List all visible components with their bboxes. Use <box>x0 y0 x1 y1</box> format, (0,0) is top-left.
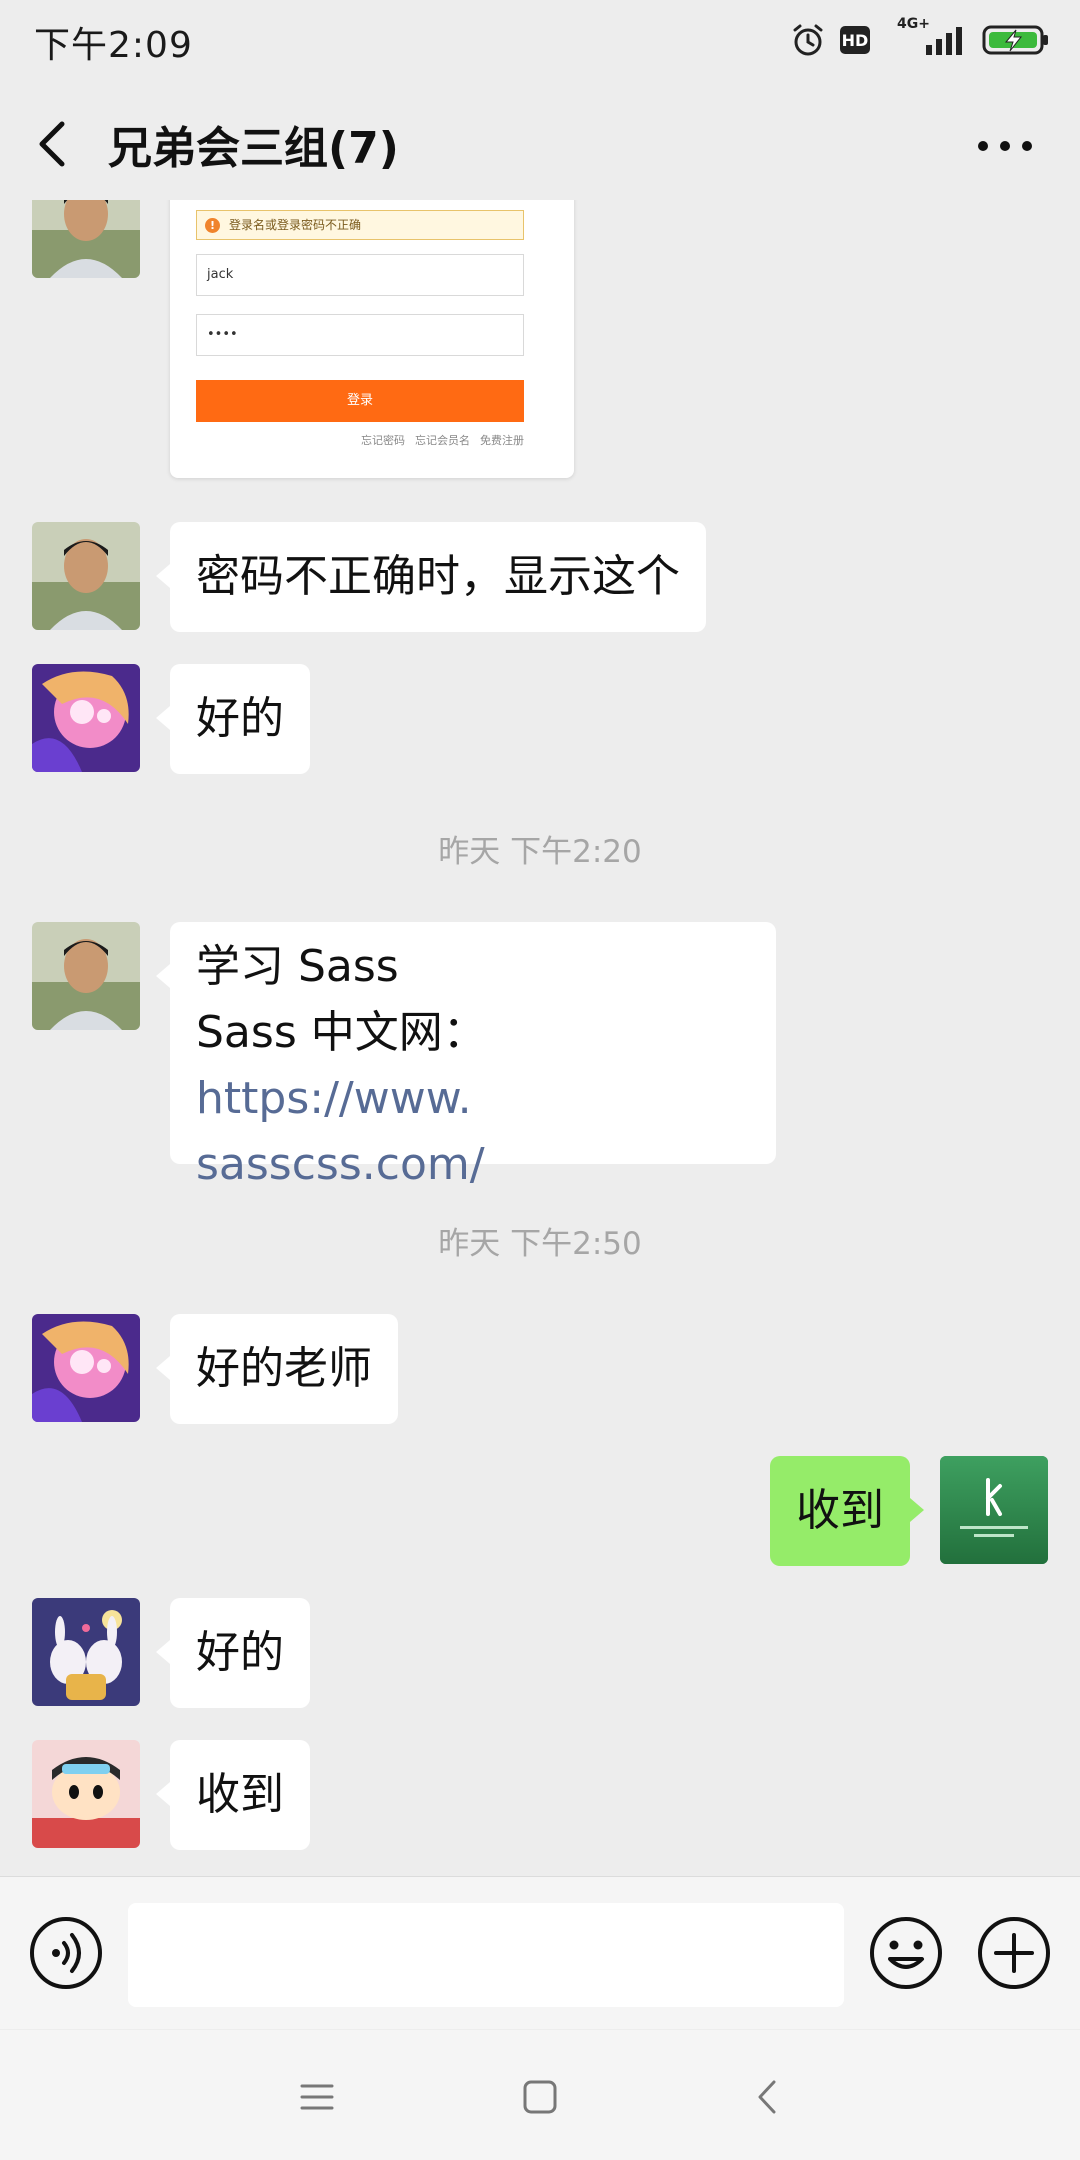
chevron-left-icon[interactable] <box>28 112 78 176</box>
message-text-line: 学习 Sass <box>196 941 399 992</box>
system-nav-bar <box>0 2030 1080 2160</box>
avatar-rabbits[interactable] <box>32 1598 140 1706</box>
chat-title: 兄弟会三组(7) <box>108 123 399 174</box>
free-register-link: 免费注册 <box>480 434 524 447</box>
wechat-chat-screen: 下午2:09 4G+ HD 兄弟会三组(7) ! 登录名或登录密码不正确 jac… <box>0 0 1080 2160</box>
message-list[interactable]: ! 登录名或登录密码不正确 jack •••• 登录 忘记密码 忘记会员名 免费… <box>0 200 1080 1870</box>
message-link[interactable]: sasscss.com/ <box>196 1139 485 1190</box>
login-password-field: •••• <box>196 314 524 356</box>
message-bubble[interactable]: 学习 Sass Sass 中文网： https://www. sasscss.co… <box>170 922 776 1190</box>
message-bubble[interactable]: 好的 <box>170 664 310 774</box>
avatar-teacher[interactable] <box>32 922 140 1030</box>
avatar-teacher[interactable] <box>32 522 140 630</box>
emoji-icon[interactable] <box>868 1915 944 1991</box>
avatar-anime-purple[interactable] <box>32 664 140 772</box>
login-screenshot-image[interactable]: ! 登录名或登录密码不正确 jack •••• 登录 忘记密码 忘记会员名 免费… <box>170 200 574 478</box>
avatar-anime-purple[interactable] <box>32 1314 140 1422</box>
bubble-tail <box>156 1782 170 1806</box>
timestamp: 昨天 下午2:20 <box>438 834 642 870</box>
plus-icon[interactable] <box>976 1915 1052 1991</box>
message-bubble[interactable]: 收到 <box>170 1740 310 1850</box>
bubble-tail <box>156 706 170 730</box>
voice-icon[interactable] <box>28 1915 104 1991</box>
login-button: 登录 <box>196 380 524 422</box>
message-text: 好的 <box>196 1627 284 1678</box>
message-text: 好的老师 <box>196 1343 372 1394</box>
message-text: 好的 <box>196 693 284 744</box>
forgot-password-link: 忘记密码 <box>361 434 405 447</box>
bubble-tail <box>156 964 170 988</box>
bubble-tail <box>910 1498 924 1522</box>
message-text: Sass 中文网： <box>196 1007 487 1058</box>
signal-icon <box>924 25 968 55</box>
forgot-member-name-link: 忘记会员名 <box>415 434 470 447</box>
message-text-line: Sass 中文网： https://www. <box>196 1000 750 1132</box>
more-dots-icon[interactable] <box>970 126 1040 166</box>
message-text: 收到 <box>196 1769 284 1820</box>
message-bubble[interactable]: 好的 <box>170 1598 310 1708</box>
avatar-crayon-shin[interactable] <box>32 1740 140 1848</box>
back-triangle-icon[interactable] <box>742 2072 792 2122</box>
home-square-icon[interactable] <box>515 2072 565 2122</box>
status-bar: 下午2:09 4G+ HD <box>0 0 1080 76</box>
login-error-banner: ! 登录名或登录密码不正确 <box>196 210 524 240</box>
chat-header: 兄弟会三组(7) <box>0 76 1080 210</box>
battery-charging-icon <box>982 24 1050 56</box>
message-bubble[interactable]: 好的老师 <box>170 1314 398 1424</box>
alarm-icon <box>790 22 826 58</box>
timestamp: 昨天 下午2:50 <box>438 1226 642 1262</box>
message-link[interactable]: https://www. <box>196 1073 472 1124</box>
menu-icon[interactable] <box>292 2072 342 2122</box>
message-bubble[interactable]: 密码不正确时，显示这个 <box>170 522 706 632</box>
message-text: 收到 <box>796 1485 884 1536</box>
hd-badge: HD <box>840 26 870 54</box>
login-error-text: 登录名或登录密码不正确 <box>229 218 362 232</box>
warning-icon: ! <box>205 218 220 233</box>
avatar-self[interactable] <box>940 1456 1048 1564</box>
login-links: 忘记密码 忘记会员名 免费注册 <box>361 432 524 448</box>
bubble-tail <box>156 564 170 588</box>
message-input[interactable] <box>128 1903 844 2007</box>
status-icons: HD <box>790 18 1050 62</box>
bubble-tail <box>156 1640 170 1664</box>
status-time: 下午2:09 <box>34 25 193 66</box>
sent-message-bubble[interactable]: 收到 <box>770 1456 910 1566</box>
avatar-teacher[interactable] <box>32 200 140 278</box>
message-text: 密码不正确时，显示这个 <box>196 551 680 602</box>
input-bar <box>0 1876 1080 2029</box>
message-text-line: sasscss.com/ <box>196 1132 750 1198</box>
login-username-field: jack <box>196 254 524 296</box>
bubble-tail <box>156 1356 170 1380</box>
